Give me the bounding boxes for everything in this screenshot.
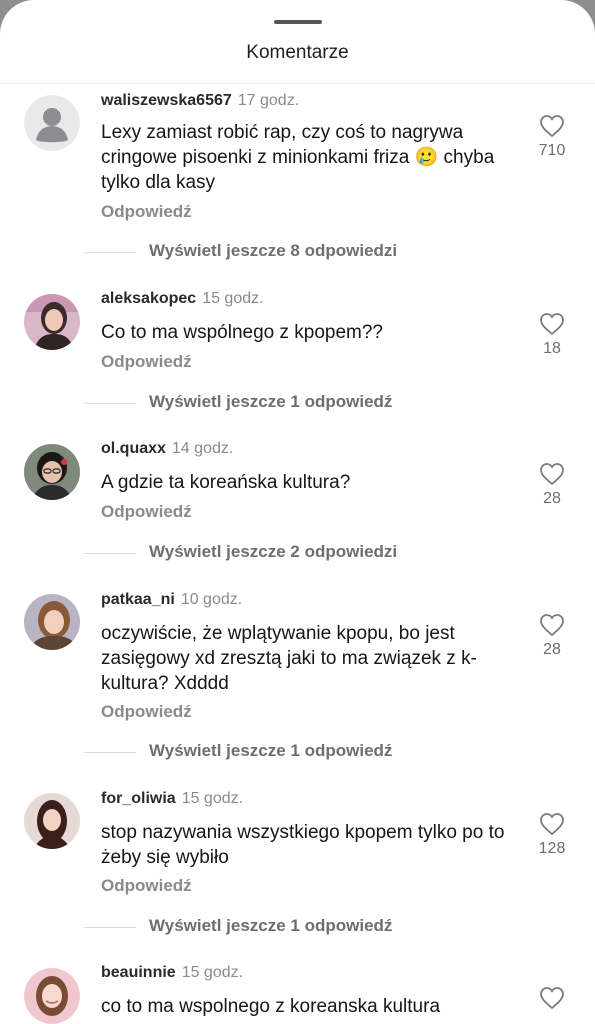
view-replies-label: Wyświetl jeszcze 1 odpowiedź: [149, 741, 393, 760]
replies-divider: [84, 553, 136, 554]
avatar-photo: [24, 793, 80, 849]
view-replies-button[interactable]: Wyświetl jeszcze 1 odpowiedź: [84, 392, 564, 416]
replies-divider: [84, 752, 136, 753]
username[interactable]: aleksakopec: [101, 290, 196, 307]
view-replies-button[interactable]: Wyświetl jeszcze 1 odpowiedź: [84, 741, 564, 765]
avatar[interactable]: [24, 793, 80, 849]
like-count: 710: [538, 142, 566, 159]
heart-icon: [540, 813, 564, 836]
heart-icon: [540, 463, 564, 486]
avatar[interactable]: [24, 95, 80, 151]
like-button[interactable]: 28: [527, 613, 577, 659]
view-replies-label: Wyświetl jeszcze 8 odpowiedzi: [149, 241, 398, 260]
avatar[interactable]: [24, 594, 80, 650]
title-divider: [0, 83, 595, 84]
replies-divider: [84, 252, 136, 253]
comment-meta: ol.quaxx 14 godz.: [101, 440, 233, 458]
avatar-photo: [24, 444, 80, 500]
like-button[interactable]: [527, 986, 577, 1010]
replies-divider: [84, 403, 136, 404]
avatar[interactable]: [24, 968, 80, 1024]
heart-icon: [540, 313, 564, 336]
view-replies-button[interactable]: Wyświetl jeszcze 8 odpowiedzi: [84, 241, 564, 265]
comment-text: co to ma wspolnego z koreanska kultura: [101, 996, 441, 1017]
heart-icon: [540, 115, 564, 138]
avatar-photo: [24, 594, 80, 650]
view-replies-label: Wyświetl jeszcze 1 odpowiedź: [149, 392, 393, 411]
view-replies-label: Wyświetl jeszcze 1 odpowiedź: [149, 916, 393, 935]
heart-icon: [540, 987, 564, 1010]
comment-text: Lexy zamiast robić rap, czy coś to nagry…: [101, 122, 495, 193]
like-button[interactable]: 710: [527, 114, 577, 160]
like-button[interactable]: 28: [527, 462, 577, 508]
username[interactable]: patkaa_ni: [101, 591, 175, 608]
username[interactable]: waliszewska6567: [101, 92, 232, 109]
comment-meta: waliszewska6567 17 godz.: [101, 92, 299, 110]
username[interactable]: for_oliwia: [101, 790, 176, 807]
comment-text: A gdzie ta koreańska kultura?: [101, 472, 351, 493]
view-replies-label: Wyświetl jeszcze 2 odpowiedzi: [149, 542, 398, 561]
comment-meta: patkaa_ni 10 godz.: [101, 591, 242, 609]
like-button[interactable]: 18: [527, 312, 577, 358]
reply-button[interactable]: Odpowiedź: [101, 876, 192, 896]
comment-text: stop nazywania wszystkiego kpopem tylko …: [101, 822, 505, 868]
sheet-title: Komentarze: [246, 42, 349, 63]
like-button[interactable]: 128: [527, 812, 577, 858]
avatar[interactable]: [24, 294, 80, 350]
view-replies-button[interactable]: Wyświetl jeszcze 1 odpowiedź: [84, 916, 564, 940]
avatar[interactable]: [24, 444, 80, 500]
like-count: 18: [543, 340, 561, 357]
avatar-photo: [24, 968, 80, 1024]
timestamp: 17 godz.: [237, 92, 300, 109]
reply-button[interactable]: Odpowiedź: [101, 502, 192, 522]
timestamp: 14 godz.: [171, 440, 234, 457]
comment-meta: for_oliwia 15 godz.: [101, 790, 243, 808]
reply-button[interactable]: Odpowiedź: [101, 352, 192, 372]
comment-text: oczywiście, że wplątywanie kpopu, bo jes…: [101, 623, 477, 694]
heart-icon: [540, 614, 564, 637]
username[interactable]: ol.quaxx: [101, 440, 166, 457]
like-count: 28: [543, 490, 561, 507]
comment-text: Co to ma wspólnego z kpopem??: [101, 322, 383, 343]
reply-button[interactable]: Odpowiedź: [101, 702, 192, 722]
timestamp: 10 godz.: [180, 591, 243, 608]
like-count: 128: [538, 840, 566, 857]
username[interactable]: beauinnie: [101, 964, 176, 981]
like-count: 28: [543, 641, 561, 658]
reply-button[interactable]: Odpowiedź: [101, 202, 192, 222]
timestamp: 15 godz.: [181, 790, 244, 807]
comment-meta: beauinnie 15 godz.: [101, 964, 243, 982]
timestamp: 15 godz.: [202, 290, 264, 307]
replies-divider: [84, 927, 136, 928]
comments-sheet: Komentarze waliszewska6567 17 godz. Lexy …: [0, 0, 595, 1024]
avatar-photo: [24, 294, 80, 350]
timestamp: 15 godz.: [181, 964, 244, 981]
drag-handle[interactable]: [274, 20, 322, 24]
comment-meta: aleksakopec 15 godz.: [101, 290, 264, 308]
view-replies-button[interactable]: Wyświetl jeszcze 2 odpowiedzi: [84, 542, 564, 566]
default-person-icon: [24, 95, 80, 151]
